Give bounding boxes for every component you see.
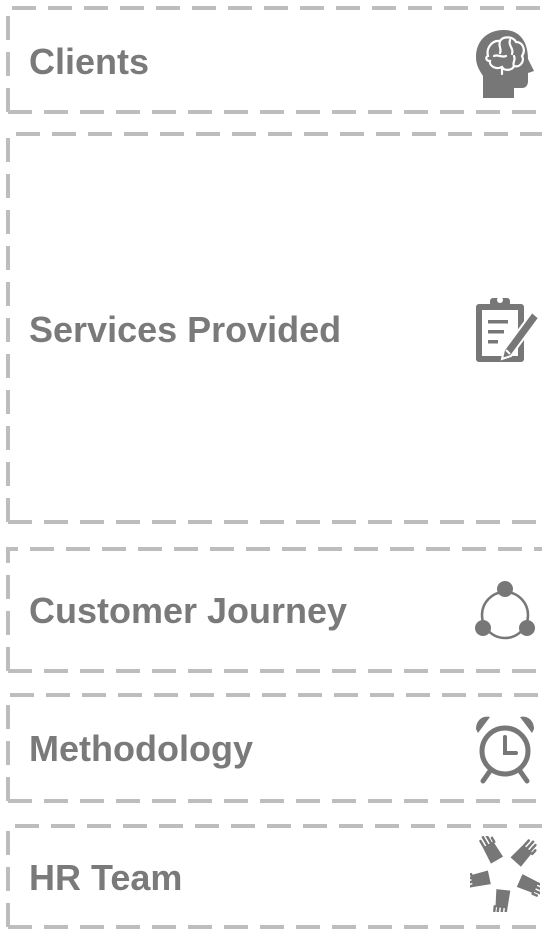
section-hr-team: HR Team — [0, 822, 542, 929]
cycle-nodes-icon — [470, 575, 540, 651]
section-customer-journey: Customer Journey — [0, 545, 542, 675]
clipboard-pen-icon — [470, 290, 540, 366]
section-label: Clients — [29, 41, 150, 82]
section-label: Services Provided — [29, 309, 342, 350]
section-methodology: Methodology — [0, 691, 542, 805]
section-label: HR Team — [29, 857, 183, 898]
section-services-provided: Services Provided — [0, 130, 542, 526]
section-clients: Clients — [0, 4, 542, 116]
alarm-clock-icon — [470, 711, 540, 787]
section-label: Methodology — [29, 728, 253, 769]
section-label: Customer Journey — [29, 590, 348, 631]
hands-circle-icon — [470, 836, 540, 912]
brain-head-icon — [470, 26, 540, 102]
